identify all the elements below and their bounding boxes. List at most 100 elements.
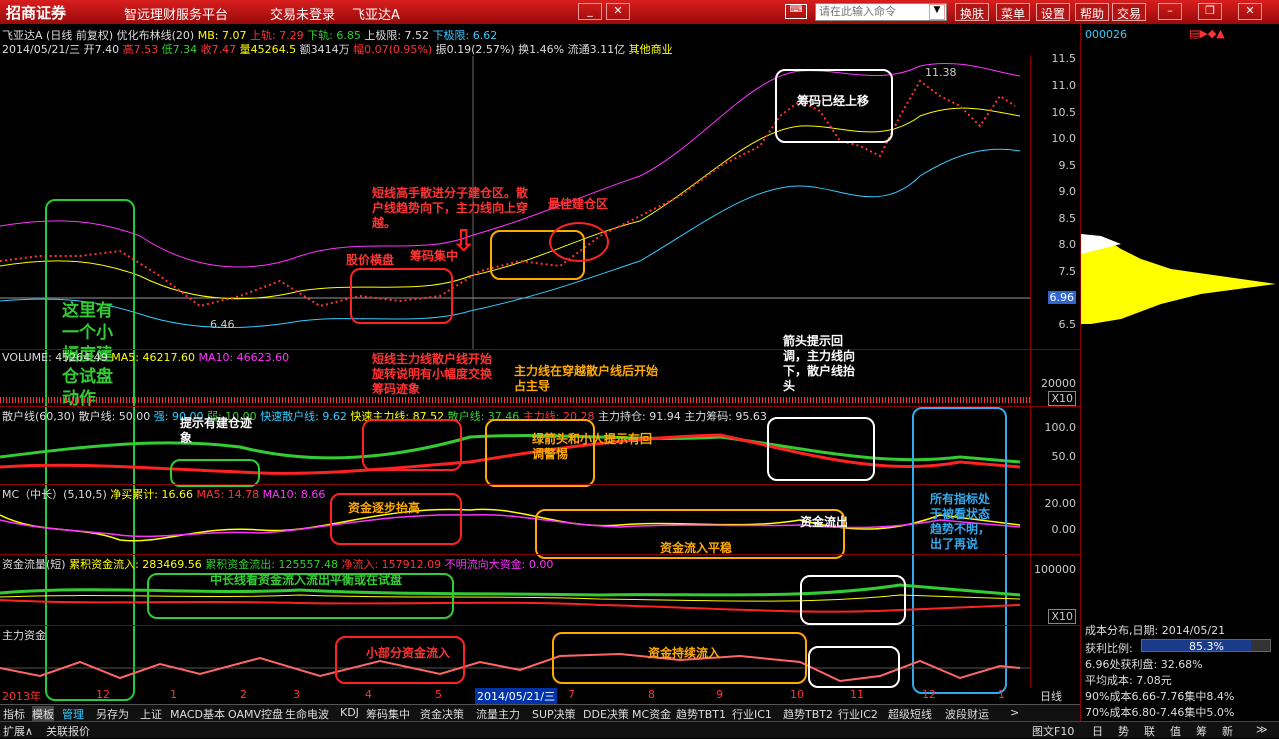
trend-button[interactable]: 势 xyxy=(1118,723,1129,739)
tab-manage[interactable]: 管理 xyxy=(62,706,84,722)
price-tick: 9.0 xyxy=(1058,185,1077,198)
sector-value[interactable]: 其他商业 xyxy=(629,43,673,56)
annotation-fund-out: 资金流出 xyxy=(800,515,849,529)
window-minimize-icon[interactable]: – xyxy=(1158,3,1182,20)
window-close-icon[interactable]: ✕ xyxy=(1238,3,1262,20)
flow-unit: X10 xyxy=(1048,609,1076,624)
search-icon[interactable]: ▼ xyxy=(929,4,945,20)
cost-90: 90%成本6.66-7.76集中8.4% xyxy=(1085,690,1235,703)
annotation-continuous-inflow: 资金持续流入 xyxy=(648,646,721,660)
tab-sup[interactable]: SUP决策 xyxy=(532,706,576,722)
close-icon[interactable]: ✕ xyxy=(606,3,630,20)
annotation-chip-moved: 筹码已经上移 xyxy=(797,94,870,108)
flow-panel[interactable]: 资金流量(短) 累积资金流入: 283469.56 累积资金流出: 125557… xyxy=(0,554,1030,625)
minimize-icon[interactable]: _ xyxy=(578,3,602,20)
tab-super-short[interactable]: 超级短线 xyxy=(888,706,932,722)
tabs-scroll-right-icon[interactable]: > xyxy=(1010,706,1019,719)
date-tick: 8 xyxy=(648,688,655,701)
chip-button[interactable]: 筹 xyxy=(1196,723,1207,739)
help-button[interactable]: 帮助 xyxy=(1075,3,1110,21)
brand-logo: 招商证券 xyxy=(6,4,67,22)
main-fund-axis xyxy=(1030,625,1080,687)
annotation-fund-rise: 资金逐步抬高 xyxy=(348,501,421,515)
expand-button[interactable]: 扩展∧ xyxy=(3,723,33,739)
period-label[interactable]: 日线 xyxy=(1040,688,1062,704)
pullback-box xyxy=(767,417,875,481)
tab-life-wave[interactable]: 生命电波 xyxy=(285,706,329,722)
trade-button[interactable]: 交易 xyxy=(1112,3,1147,21)
bottom-bar: 扩展∧ 关联报价 图文F10 日 势 联 值 筹 新 ≫ xyxy=(0,721,1279,738)
annotation-balance: 中长线看资金流入流出平衡或在试盘 xyxy=(210,573,403,587)
settings-button[interactable]: 设置 xyxy=(1036,3,1071,21)
more-button[interactable]: ≫ xyxy=(1256,723,1268,736)
mc-axis: 20.00 0.00 xyxy=(1030,484,1080,554)
tab-kdj[interactable]: KDJ xyxy=(340,706,359,719)
login-status[interactable]: 交易未登录 xyxy=(270,4,335,23)
tab-band[interactable]: 波段财运 xyxy=(945,706,989,722)
date-tick: 3 xyxy=(293,688,300,701)
low-value: 低7.34 xyxy=(161,43,198,56)
chip-date: 成本分布,日期: 2014/05/21 xyxy=(1085,624,1226,637)
annotation-rotation: 短线主力线散户线开始旋转说明有小幅度交换筹码迹象 xyxy=(372,352,493,396)
tab-dde[interactable]: DDE决策 xyxy=(583,706,629,722)
high-price-mark: 11.38 xyxy=(925,66,957,79)
indicator-tabs[interactable]: 指标 模板 管理 另存为 上证 MACD基本 OAMV控盘 生命电波 KDJ 筹… xyxy=(0,704,1080,722)
chip-tool-icons[interactable]: ▤▶◆▲ xyxy=(1189,27,1225,40)
price-tick: 6.5 xyxy=(1058,318,1077,331)
tab-templates[interactable]: 模板 xyxy=(32,706,54,722)
volume-panel[interactable]: VOLUME: 45264.49 MA5: 46217.60 MA10: 466… xyxy=(0,334,1030,406)
tab-tbt2[interactable]: 趋势TBT2 xyxy=(783,706,833,722)
rotation-box xyxy=(362,419,462,471)
price-panel[interactable]: 6.46 11.38 这里有一个小幅度建仓试盘动作 股价横盘 筹码集中 短线高手… xyxy=(0,56,1030,701)
new-button[interactable]: 新 xyxy=(1222,723,1233,739)
link-button[interactable]: 联 xyxy=(1144,723,1155,739)
tab-shanghai[interactable]: 上证 xyxy=(140,706,162,722)
down-arrow-icon: ⇩ xyxy=(451,224,477,259)
tab-indicators[interactable]: 指标 xyxy=(3,706,25,722)
menu-button[interactable]: 菜单 xyxy=(996,3,1031,21)
sanhu-panel[interactable]: 散户线(60,30) 散户线: 50.00 强: 90.00 弱: 10.00 … xyxy=(0,406,1030,487)
value-button[interactable]: 值 xyxy=(1170,723,1181,739)
sanhu-tick: 100.0 xyxy=(1044,421,1077,434)
tab-fund-decision[interactable]: 资金决策 xyxy=(420,706,464,722)
linked-quote-button[interactable]: 关联报价 xyxy=(46,723,90,739)
tab-oamv[interactable]: OAMV控盘 xyxy=(228,706,283,722)
tab-ic2[interactable]: 行业IC2 xyxy=(838,706,878,722)
tab-macd[interactable]: MACD基本 xyxy=(170,706,225,722)
date-tick: 12 xyxy=(96,688,110,701)
chip-histogram xyxy=(1081,234,1276,324)
command-input[interactable] xyxy=(815,3,947,21)
mc-tick: 0.00 xyxy=(1051,523,1077,536)
annotation-sideways: 股价横盘 xyxy=(346,253,395,267)
price-tick: 10.0 xyxy=(1051,132,1077,145)
tab-flow-main[interactable]: 流量主力 xyxy=(476,706,520,722)
price-tick: 8.5 xyxy=(1058,212,1077,225)
amplitude-value: 振0.19(2.57%) xyxy=(435,43,515,56)
high-value: 高7.53 xyxy=(122,43,159,56)
tab-chip[interactable]: 筹码集中 xyxy=(366,706,410,722)
consolidation-box xyxy=(350,268,453,324)
keyboard-icon[interactable]: ⌨ xyxy=(785,4,807,19)
window-stock-name: 飞亚达A xyxy=(352,8,400,23)
tab-save-as[interactable]: 另存为 xyxy=(96,706,129,722)
volume-unit: X10 xyxy=(1048,391,1076,406)
f10-button[interactable]: 图文F10 xyxy=(1032,723,1074,739)
open-value: 开7.40 xyxy=(83,43,120,56)
build-hint-box xyxy=(170,459,260,487)
main-outflow-box xyxy=(808,646,900,688)
price-tick: 8.0 xyxy=(1058,238,1077,251)
date-tick: 5 xyxy=(435,688,442,701)
tab-ic1[interactable]: 行业IC1 xyxy=(732,706,772,722)
tab-mc[interactable]: MC资金 xyxy=(632,706,671,722)
main-fund-panel[interactable]: 主力资金 小部分资金流入 资金持续流入 xyxy=(0,625,1030,688)
outflow-box xyxy=(800,575,906,625)
flow-tick: 100000 xyxy=(1034,563,1076,576)
date-tick: 11 xyxy=(850,688,864,701)
mc-panel[interactable]: MC（中长）(5,10,5) 净买累计: 16.66 MA5: 14.78 MA… xyxy=(0,407,1030,694)
skin-button[interactable]: 换肤 xyxy=(955,3,990,21)
tab-tbt1[interactable]: 趋势TBT1 xyxy=(676,706,726,722)
chip-distribution-panel: 000026 ▤▶◆▲ 成本分布,日期: 2014/05/21 获利比例: 85… xyxy=(1080,24,1279,738)
day-button[interactable]: 日 xyxy=(1092,723,1103,739)
window-restore-icon[interactable]: ❐ xyxy=(1198,3,1222,20)
current-price-tag: 6.96 xyxy=(1047,291,1076,304)
